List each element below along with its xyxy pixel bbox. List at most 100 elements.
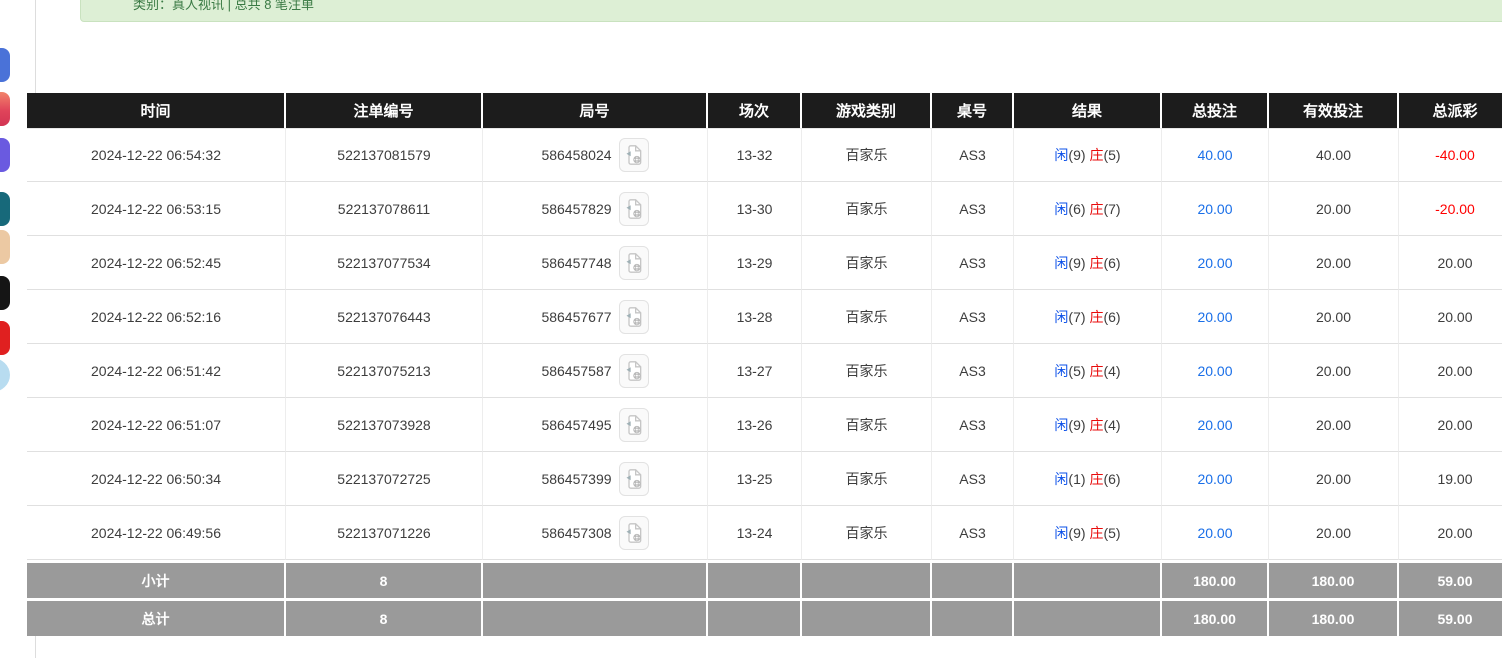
table-row: 2024-12-22 06:52:16 522137076443 5864576… (27, 290, 1502, 344)
table-row: 2024-12-22 06:52:45 522137077534 5864577… (27, 236, 1502, 290)
player-result-label: 闲 (1054, 147, 1068, 163)
tiktok-icon[interactable] (0, 276, 10, 310)
banker-result-label: 庄 (1089, 525, 1103, 541)
cell-time: 2024-12-22 06:53:15 (27, 182, 286, 236)
cell-round-no: 586457399 (483, 452, 708, 506)
player-result-points: (1) (1068, 471, 1085, 487)
round-number: 586457495 (541, 417, 611, 433)
cell-table-no: AS3 (932, 290, 1014, 344)
banker-result-points: (4) (1103, 417, 1120, 433)
cell-table-no: AS3 (932, 398, 1014, 452)
bet-records-page: 类别：真人视讯 | 总共 8 笔注单 时间 注单编号 局号 场次 游戏类别 桌号… (0, 0, 1502, 658)
banker-result-label: 庄 (1089, 201, 1103, 217)
cell-result: 闲(5) 庄(4) (1014, 344, 1162, 398)
cell-result: 闲(9) 庄(4) (1014, 398, 1162, 452)
total-payout: 59.00 (1399, 598, 1502, 636)
col-table-no: 桌号 (932, 93, 1014, 128)
cell-valid-bet: 20.00 (1269, 506, 1399, 560)
cell-round-no: 586457495 (483, 398, 708, 452)
player-result-label: 闲 (1054, 417, 1068, 433)
cell-result: 闲(9) 庄(6) (1014, 236, 1162, 290)
video-replay-icon (624, 468, 644, 490)
cell-round-no: 586457829 (483, 182, 708, 236)
player-result-label: 闲 (1054, 471, 1068, 487)
subtotal-total-bet: 180.00 (1162, 560, 1269, 598)
cell-total-bet: 20.00 (1162, 290, 1269, 344)
cell-total-bet: 20.00 (1162, 344, 1269, 398)
player-result-points: (9) (1068, 417, 1085, 433)
cell-total-bet: 20.00 (1162, 506, 1269, 560)
table-row: 2024-12-22 06:50:34 522137072725 5864573… (27, 452, 1502, 506)
player-result-points: (9) (1068, 255, 1085, 271)
cell-bet-no: 522137078611 (286, 182, 483, 236)
total-label: 总计 (27, 598, 286, 636)
col-bet-no: 注单编号 (286, 93, 483, 128)
cell-total-bet: 20.00 (1162, 182, 1269, 236)
table-row: 2024-12-22 06:54:32 522137081579 5864580… (27, 128, 1502, 182)
cell-total-bet: 40.00 (1162, 128, 1269, 182)
cell-round-no: 586457677 (483, 290, 708, 344)
cell-game-type: 百家乐 (802, 128, 932, 182)
round-number: 586457677 (541, 309, 611, 325)
facebook-icon[interactable] (0, 48, 10, 82)
cell-payout: 19.00 (1399, 452, 1502, 506)
cell-result: 闲(1) 庄(6) (1014, 452, 1162, 506)
cell-bet-no: 522137071226 (286, 506, 483, 560)
round-number: 586457308 (541, 525, 611, 541)
banker-result-label: 庄 (1089, 363, 1103, 379)
col-session: 场次 (708, 93, 802, 128)
cell-total-bet: 20.00 (1162, 236, 1269, 290)
pin-icon[interactable] (0, 230, 10, 264)
video-replay-icon (624, 360, 644, 382)
cell-payout: 20.00 (1399, 398, 1502, 452)
video-replay-icon (624, 198, 644, 220)
banker-result-points: (6) (1103, 309, 1120, 325)
cell-result: 闲(9) 庄(5) (1014, 506, 1162, 560)
cell-round-no: 586457587 (483, 344, 708, 398)
video-replay-button[interactable] (619, 246, 649, 280)
video-replay-button[interactable] (619, 408, 649, 442)
video-replay-icon (624, 414, 644, 436)
total-row: 总计 8 180.00 180.00 59.00 (27, 598, 1502, 636)
cell-round-no: 586457308 (483, 506, 708, 560)
banker-result-points: (6) (1103, 255, 1120, 271)
cell-bet-no: 522137077534 (286, 236, 483, 290)
cell-result: 闲(9) 庄(5) (1014, 128, 1162, 182)
cell-time: 2024-12-22 06:54:32 (27, 128, 286, 182)
youtube-icon[interactable] (0, 321, 10, 355)
video-replay-icon (624, 306, 644, 328)
cell-session: 13-26 (708, 398, 802, 452)
col-payout: 总派彩 (1399, 93, 1502, 128)
instagram-icon[interactable] (0, 92, 10, 126)
social-share-strip (0, 0, 14, 658)
player-result-points: (9) (1068, 147, 1085, 163)
banker-result-label: 庄 (1089, 255, 1103, 271)
video-replay-button[interactable] (619, 462, 649, 496)
banker-result-points: (6) (1103, 471, 1120, 487)
cell-valid-bet: 40.00 (1269, 128, 1399, 182)
cell-game-type: 百家乐 (802, 290, 932, 344)
skype-icon[interactable] (0, 358, 10, 392)
player-result-points: (9) (1068, 525, 1085, 541)
cell-payout: 20.00 (1399, 236, 1502, 290)
cell-total-bet: 20.00 (1162, 452, 1269, 506)
cell-bet-no: 522137081579 (286, 128, 483, 182)
cell-round-no: 586458024 (483, 128, 708, 182)
round-number: 586458024 (541, 147, 611, 163)
video-replay-button[interactable] (619, 192, 649, 226)
cell-valid-bet: 20.00 (1269, 398, 1399, 452)
cell-table-no: AS3 (932, 344, 1014, 398)
video-replay-button[interactable] (619, 354, 649, 388)
video-replay-button[interactable] (619, 300, 649, 334)
cell-session: 13-32 (708, 128, 802, 182)
video-replay-button[interactable] (619, 138, 649, 172)
video-replay-button[interactable] (619, 516, 649, 550)
cell-payout: 20.00 (1399, 506, 1502, 560)
teal-app-icon[interactable] (0, 192, 10, 226)
video-replay-icon (624, 522, 644, 544)
banker-result-points: (4) (1103, 363, 1120, 379)
col-result: 结果 (1014, 93, 1162, 128)
cell-bet-no: 522137072725 (286, 452, 483, 506)
discord-icon[interactable] (0, 138, 10, 172)
cell-bet-no: 522137075213 (286, 344, 483, 398)
